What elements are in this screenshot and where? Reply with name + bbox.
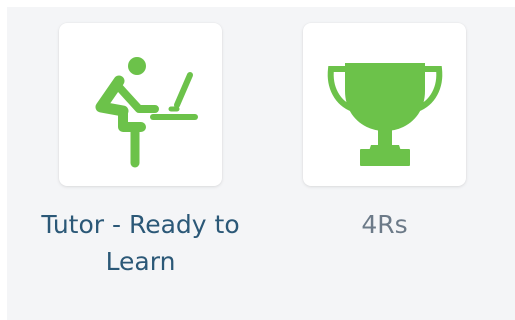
student-at-desk-icon <box>95 57 198 168</box>
tile-icon-card[interactable] <box>303 23 466 186</box>
tile-label[interactable]: 4Rs <box>275 206 495 243</box>
trophy-icon <box>327 63 443 166</box>
app-grid-panel: Tutor - Ready to Learn 4Rs <box>7 7 515 320</box>
app-tile-tutor-ready-to-learn[interactable]: Tutor - Ready to Learn <box>41 23 240 280</box>
tile-label[interactable]: Tutor - Ready to Learn <box>31 206 251 280</box>
app-tile-4rs[interactable]: 4Rs <box>303 23 466 243</box>
tile-icon-card[interactable] <box>59 23 222 186</box>
